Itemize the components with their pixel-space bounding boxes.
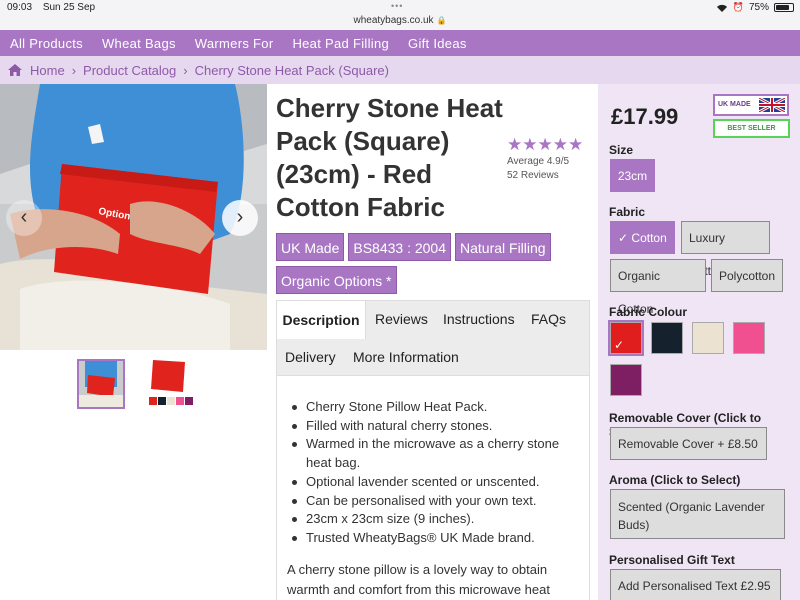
gift-text-label: Personalised Gift Text bbox=[609, 553, 735, 567]
fabric-option-luxury-cotton[interactable]: Luxury Cotton bbox=[681, 221, 770, 278]
lock-icon: 🔒 bbox=[436, 16, 447, 25]
feature-list: Cherry Stone Pillow Heat Pack. Filled wi… bbox=[277, 398, 589, 548]
nav-heat-pad-filling[interactable]: Heat Pad Filling bbox=[292, 36, 389, 51]
thumbnail-1[interactable] bbox=[77, 359, 125, 409]
battery-percent: 75% bbox=[748, 2, 769, 13]
badge-uk-made: UK Made bbox=[276, 233, 345, 261]
size-option-23cm[interactable]: 23cm bbox=[610, 159, 655, 192]
list-item: Trusted WheatyBags® UK Made brand. bbox=[287, 529, 583, 548]
colour-swatch-plum[interactable] bbox=[610, 364, 642, 396]
colour-swatch-red[interactable]: ✓ bbox=[608, 320, 644, 356]
tab-description[interactable]: Description bbox=[276, 300, 366, 339]
tab-faqs[interactable]: FAQs bbox=[531, 311, 566, 327]
browser-menu-dots-icon[interactable]: ••• bbox=[391, 1, 403, 11]
thumbnail-2[interactable] bbox=[145, 359, 193, 409]
thumbnail-list bbox=[77, 359, 193, 409]
chevron-right-icon: › bbox=[71, 62, 77, 78]
url-bar[interactable]: wheatybags.co.uk 🔒 bbox=[0, 15, 800, 26]
list-item: Cherry Stone Pillow Heat Pack. bbox=[287, 398, 583, 417]
description-paragraph: A cherry stone pillow is a lovely way to… bbox=[287, 561, 550, 597]
list-item: Optional lavender scented or unscented. bbox=[287, 473, 583, 492]
wifi-icon bbox=[716, 4, 727, 12]
breadcrumb: Home › Product Catalog › Cherry Stone He… bbox=[0, 56, 800, 84]
breadcrumb-home[interactable]: Home bbox=[30, 63, 65, 78]
chevron-right-icon: › bbox=[183, 62, 188, 78]
colour-swatch-cream[interactable] bbox=[692, 322, 724, 354]
badge-bs8433: BS8433 : 2004 bbox=[348, 233, 451, 261]
nav-wheat-bags[interactable]: Wheat Bags bbox=[102, 36, 176, 51]
badge-natural-filling: Natural Filling bbox=[455, 233, 551, 261]
status-indicators: ⏰ 75% bbox=[716, 2, 794, 13]
status-date: Sun 25 Sep bbox=[42, 2, 96, 13]
status-time-date: 09:03 Sun 25 Sep bbox=[7, 2, 95, 13]
add-personalised-text-button[interactable]: Add Personalised Text £2.95 bbox=[610, 569, 781, 600]
list-item: 23cm x 23cm size (9 inches). bbox=[287, 510, 583, 529]
check-icon: ✓ bbox=[618, 231, 629, 245]
uk-made-text: UK MADE bbox=[718, 101, 751, 108]
nav-gift-ideas[interactable]: Gift Ideas bbox=[408, 36, 467, 51]
url-text: wheatybags.co.uk bbox=[353, 15, 434, 26]
product-rating[interactable]: ★★★★★ Average 4.9/5 52 Reviews bbox=[507, 135, 597, 182]
nav-all-products[interactable]: All Products bbox=[10, 36, 83, 51]
rating-average: Average 4.9/5 bbox=[507, 156, 570, 167]
nav-warmers-for[interactable]: Warmers For bbox=[195, 36, 274, 51]
fabric-option-cotton[interactable]: ✓ Cotton bbox=[610, 221, 675, 254]
rating-stars-icon: ★★★★★ bbox=[507, 135, 584, 154]
fabric-option-label: Cotton bbox=[631, 231, 667, 245]
uk-made-logo: UK MADE bbox=[713, 94, 789, 116]
product-image[interactable]: Optional Text ‹ › bbox=[0, 84, 267, 350]
fabric-colour-label: Fabric Colour bbox=[609, 305, 688, 319]
removable-cover-option[interactable]: Removable Cover + £8.50 bbox=[610, 427, 767, 460]
tab-reviews[interactable]: Reviews bbox=[375, 311, 428, 327]
battery-icon bbox=[774, 3, 794, 12]
alarm-icon: ⏰ bbox=[732, 2, 744, 12]
product-title: Cherry Stone Heat Pack (Square) (23cm) -… bbox=[276, 93, 503, 222]
list-item: Warmed in the microwave as a cherry ston… bbox=[287, 435, 583, 472]
rating-review-count[interactable]: 52 Reviews bbox=[507, 170, 597, 181]
status-time: 09:03 bbox=[7, 2, 33, 13]
check-icon: ✓ bbox=[614, 338, 625, 352]
colour-swatch-navy[interactable] bbox=[651, 322, 683, 354]
status-bar: 09:03 Sun 25 Sep ••• wheatybags.co.uk 🔒 ⏰… bbox=[0, 0, 800, 30]
union-jack-icon bbox=[759, 98, 785, 112]
product-tabs: Description Reviews Instructions FAQs De… bbox=[276, 300, 590, 376]
fabric-label: Fabric bbox=[609, 205, 646, 219]
tab-more-information[interactable]: More Information bbox=[353, 349, 459, 365]
gallery-next-button[interactable]: › bbox=[222, 200, 258, 236]
fabric-option-polycotton[interactable]: Polycotton bbox=[711, 259, 783, 292]
aroma-option-scented[interactable]: Scented (Organic Lavender Buds) bbox=[610, 489, 785, 539]
aroma-label: Aroma (Click to Select) bbox=[609, 473, 741, 487]
breadcrumb-current[interactable]: Cherry Stone Heat Pack (Square) bbox=[195, 63, 389, 78]
tab-instructions[interactable]: Instructions bbox=[443, 311, 515, 327]
colour-swatch-pink[interactable] bbox=[733, 322, 765, 354]
badge-organic-options: Organic Options * bbox=[276, 266, 397, 294]
feature-badges: UK Made BS8433 : 2004 Natural Filling Or… bbox=[276, 233, 576, 294]
breadcrumb-product-catalog[interactable]: Product Catalog bbox=[83, 63, 176, 78]
gallery-prev-button[interactable]: ‹ bbox=[6, 200, 42, 236]
description-panel: Cherry Stone Pillow Heat Pack. Filled wi… bbox=[276, 376, 590, 600]
list-item: Filled with natural cherry stones. bbox=[287, 417, 583, 436]
list-item: Can be personalised with your own text. bbox=[287, 492, 583, 511]
price: £17.99 bbox=[611, 104, 679, 129]
fabric-option-organic-cotton[interactable]: Organic Cotton bbox=[610, 259, 706, 316]
best-seller-badge: BEST SELLER bbox=[713, 119, 790, 138]
tab-delivery[interactable]: Delivery bbox=[285, 349, 336, 365]
home-icon[interactable] bbox=[8, 64, 22, 76]
main-nav: All Products Wheat Bags Warmers For Heat… bbox=[0, 30, 800, 56]
size-label: Size bbox=[609, 143, 634, 157]
